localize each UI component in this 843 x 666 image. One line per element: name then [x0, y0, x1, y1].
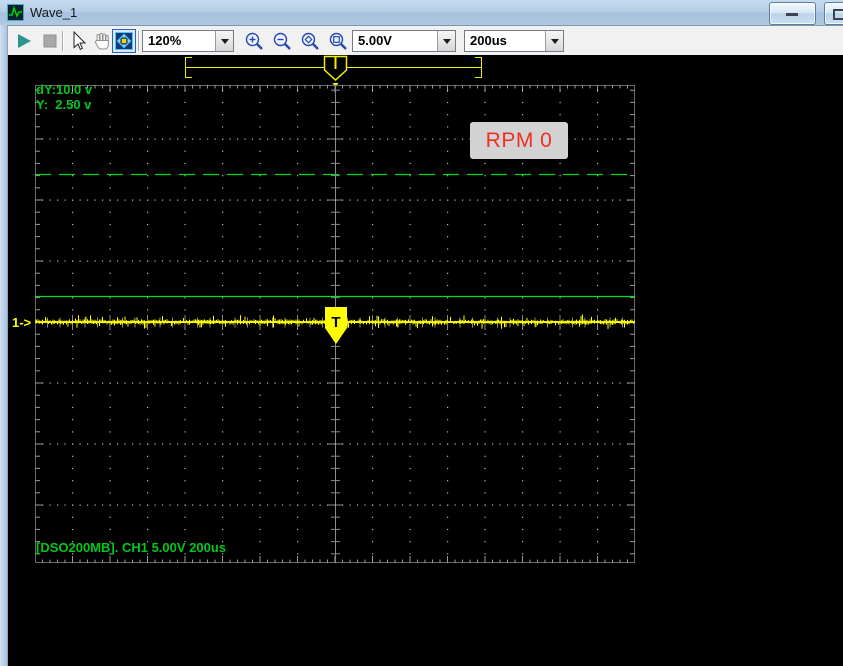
- zoom-percent-dropdown-button[interactable]: [215, 31, 233, 51]
- time-per-div-value: 200us: [470, 33, 507, 48]
- zoom-in-icon: [245, 32, 263, 50]
- cursor-y-readout: Y: 2.50 v: [36, 97, 92, 112]
- volts-per-div-dropdown-button[interactable]: [437, 31, 455, 51]
- scope-status-text: [DSO200MB]. CH1 5.00V 200us: [36, 540, 227, 555]
- minimize-icon: [786, 13, 798, 16]
- chevron-down-icon: [550, 39, 559, 48]
- stop-icon: [43, 34, 57, 48]
- cursor-arrow-icon: [73, 31, 87, 50]
- maximize-button[interactable]: [824, 2, 843, 25]
- volts-per-div-select[interactable]: 5.00V: [352, 30, 456, 52]
- zoom-in-button[interactable]: [242, 29, 266, 53]
- bracket-foot: [185, 77, 192, 78]
- play-icon: [18, 34, 31, 48]
- toolbar-separator: [62, 31, 63, 51]
- select-tool-button[interactable]: [66, 29, 90, 53]
- toolbar-separator: [138, 31, 139, 51]
- timespan-bracket-right[interactable]: [481, 57, 482, 78]
- stop-button[interactable]: [38, 29, 62, 53]
- volts-per-div-value: 5.00V: [358, 33, 392, 48]
- zoom-selection-icon: [301, 32, 319, 50]
- rpm-value: RPM 0: [485, 128, 553, 152]
- hand-icon: [94, 33, 109, 50]
- trigger-letter: T: [331, 314, 340, 331]
- window-left-border: [0, 25, 8, 666]
- bracket-foot: [185, 57, 192, 58]
- zoom-out-icon: [273, 32, 291, 50]
- pan-tool-button[interactable]: [90, 29, 114, 53]
- bracket-foot: [475, 77, 482, 78]
- move-waveform-tool-button[interactable]: [112, 29, 136, 53]
- zoom-out-button[interactable]: [270, 29, 294, 53]
- run-button[interactable]: [12, 29, 36, 53]
- window-title: Wave_1: [30, 5, 78, 20]
- chevron-down-icon: [220, 39, 229, 48]
- wave-window: Wave_1 120% 5.00V 200us T dY:10.0 v Y: 2…: [0, 0, 843, 666]
- zoom-percent-select[interactable]: 120%: [142, 30, 234, 52]
- zoom-fit-button[interactable]: [326, 29, 350, 53]
- move-all-directions-icon: [115, 32, 133, 50]
- bracket-foot: [475, 57, 482, 58]
- minimize-button[interactable]: [769, 2, 816, 25]
- chevron-down-icon: [442, 39, 451, 48]
- zoom-selection-button[interactable]: [298, 29, 322, 53]
- maximize-icon: [833, 9, 843, 20]
- zoom-fit-icon: [329, 32, 347, 50]
- title-bar[interactable]: Wave_1: [0, 0, 843, 26]
- channel1-marker[interactable]: 1->: [12, 315, 31, 330]
- timespan-bracket-left[interactable]: [185, 57, 186, 78]
- rpm-display: RPM 0: [470, 122, 568, 159]
- time-per-div-dropdown-button[interactable]: [545, 31, 563, 51]
- zoom-percent-value: 120%: [148, 33, 182, 48]
- app-waveform-icon: [7, 4, 24, 21]
- cursor-delta-readout: dY:10.0 v: [36, 82, 93, 97]
- time-per-div-select[interactable]: 200us: [464, 30, 564, 52]
